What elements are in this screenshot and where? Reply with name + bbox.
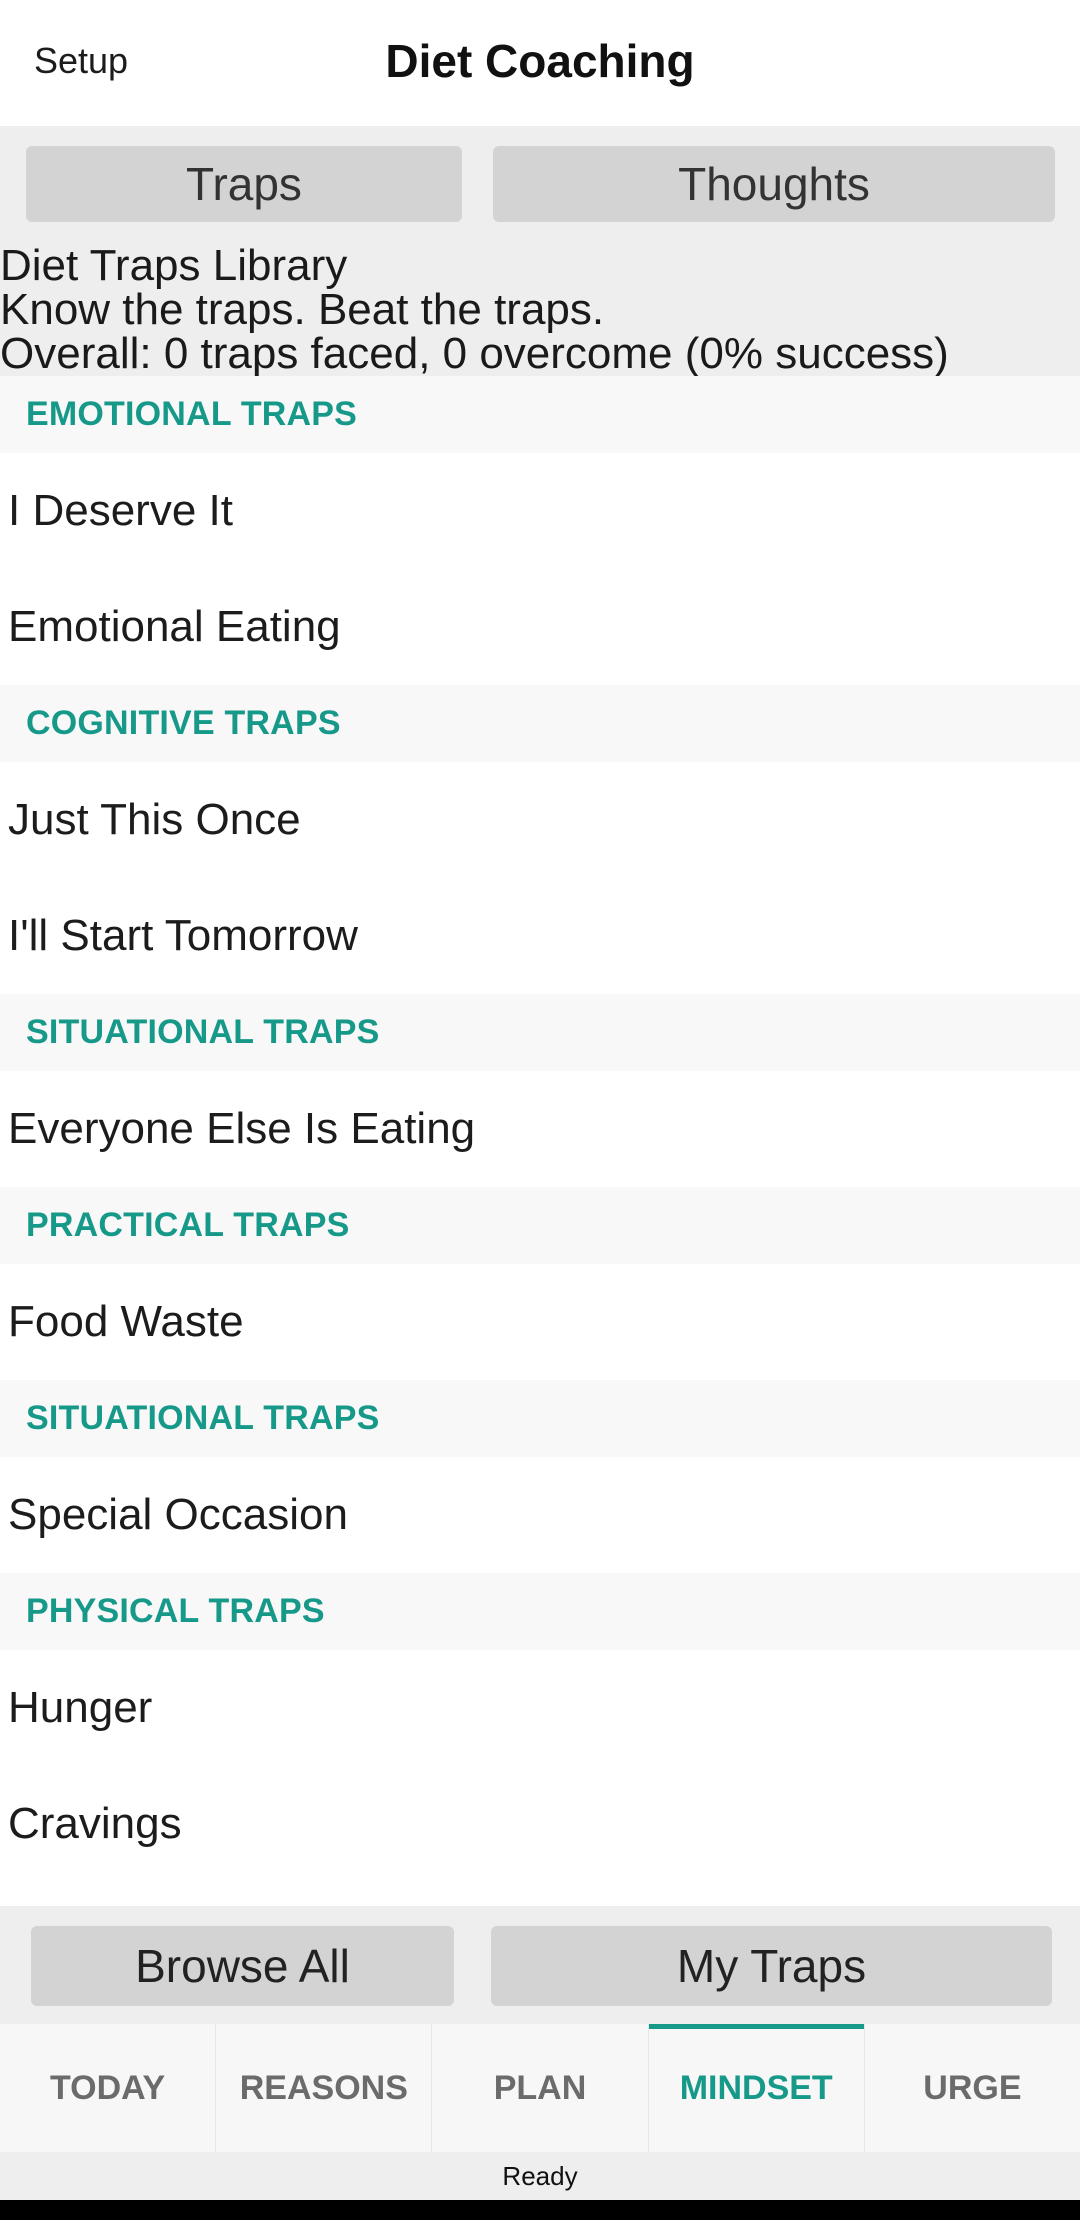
trap-item[interactable]: Cravings [0, 1766, 1080, 1882]
tab-reasons[interactable]: REASONS [216, 2024, 433, 2152]
trap-item[interactable]: I Deserve It [0, 453, 1080, 569]
tab-today[interactable]: TODAY [0, 2024, 217, 2152]
browse-all-button[interactable]: Browse All [31, 1926, 454, 2006]
section-header: SITUATIONAL TRAPS [0, 994, 1080, 1071]
trap-item[interactable]: I'll Start Tomorrow [0, 878, 1080, 994]
library-stats: Overall: 0 traps faced, 0 overcome (0% s… [0, 329, 949, 378]
section-header: PHYSICAL TRAPS [0, 1573, 1080, 1650]
library-title: Diet Traps Library [0, 241, 348, 290]
trap-item[interactable]: Just This Once [0, 762, 1080, 878]
trap-item[interactable]: Everyone Else Is Eating [0, 1071, 1080, 1187]
library-subtitle: Know the traps. Beat the traps. [0, 285, 605, 334]
section-header: PRACTICAL TRAPS [0, 1187, 1080, 1264]
section-header: EMOTIONAL TRAPS [0, 376, 1080, 453]
trap-item[interactable]: Hunger [0, 1650, 1080, 1766]
section-header: SITUATIONAL TRAPS [0, 1380, 1080, 1457]
app-header: Setup Diet Coaching [0, 0, 1080, 126]
bottom-tab-bar: TODAY REASONS PLAN MINDSET URGE [0, 2024, 1080, 2152]
thoughts-tab-button[interactable]: Thoughts [493, 146, 1055, 222]
trap-item[interactable]: Emotional Eating [0, 569, 1080, 685]
tab-urge[interactable]: URGE [865, 2024, 1080, 2152]
trap-item[interactable]: Special Occasion [0, 1457, 1080, 1573]
traps-tab-button[interactable]: Traps [26, 146, 462, 222]
status-bar: Ready [0, 2152, 1080, 2200]
tab-mindset[interactable]: MINDSET [648, 2024, 865, 2152]
library-panel: Traps Thoughts Diet Traps Library Know t… [0, 126, 1080, 376]
tab-plan[interactable]: PLAN [432, 2024, 649, 2152]
trap-list: EMOTIONAL TRAPS I Deserve It Emotional E… [0, 376, 1080, 1882]
section-header: COGNITIVE TRAPS [0, 685, 1080, 762]
trap-item[interactable]: Food Waste [0, 1264, 1080, 1380]
system-nav-bar [0, 2200, 1080, 2220]
my-traps-button[interactable]: My Traps [491, 1926, 1052, 2006]
page-title: Diet Coaching [385, 35, 695, 87]
bottom-button-bar: Browse All My Traps [0, 1906, 1080, 2024]
